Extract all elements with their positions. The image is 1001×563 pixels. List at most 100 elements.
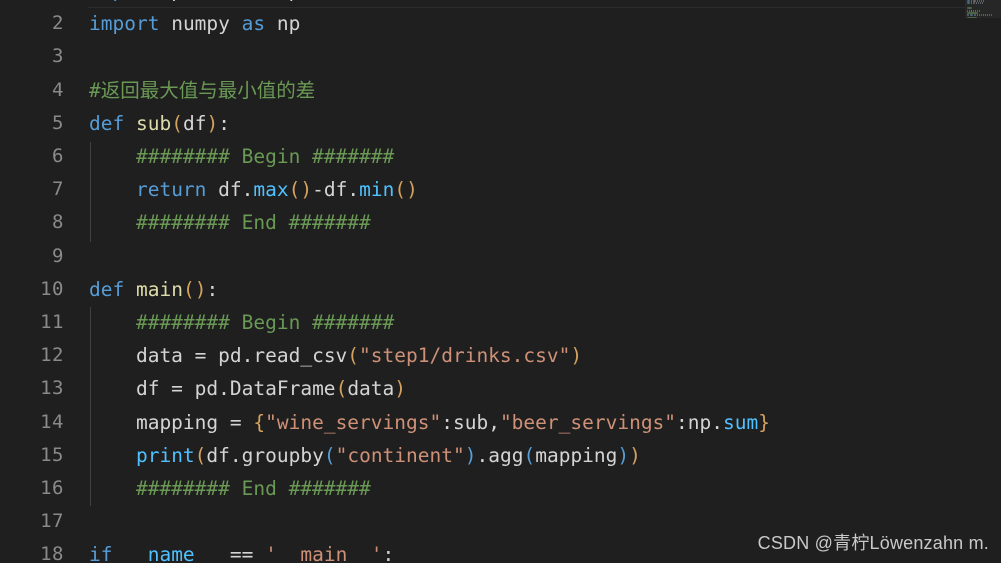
minimap-line — [967, 7, 972, 10]
code-token: min — [359, 178, 395, 202]
code-token: df. — [206, 443, 242, 467]
line-text[interactable]: if __name__ == '__main__': — [89, 538, 394, 563]
code-token: main — [135, 277, 183, 301]
code-token: "continent" — [335, 443, 465, 467]
line-text[interactable]: mapping = {"wine_servings":sub,"beer_ser… — [89, 406, 770, 439]
code-line[interactable]: 1 import pandas as pd — [0, 0, 1001, 7]
code-line[interactable]: 11 ######## Begin ####### — [0, 306, 1001, 339]
line-number: 17 — [40, 510, 64, 533]
code-token: ( — [394, 178, 407, 202]
code-line[interactable]: 13 df = pd.DataFrame(data) — [0, 372, 1001, 405]
line-text[interactable]: ######## Begin ####### — [89, 140, 394, 173]
code-line[interactable]: 12 data = pd.read_csv("step1/drinks.csv"… — [0, 339, 1001, 372]
line-text[interactable]: data = pd.read_csv("step1/drinks.csv") — [89, 339, 582, 372]
code-token: ) — [617, 443, 630, 467]
code-token: ( — [194, 443, 207, 467]
code-token: ( — [182, 277, 195, 301]
code-line[interactable]: 15 print(df.groupby("continent").agg(map… — [0, 439, 1001, 472]
code-token: ) — [629, 443, 641, 467]
code-line[interactable]: 5 def sub(df): — [0, 107, 1001, 140]
line-text[interactable]: ######## Begin ####### — [89, 306, 394, 339]
code-token: DataFrame — [229, 377, 336, 401]
code-token: ( — [288, 178, 301, 202]
code-line[interactable]: 8 ######## End ####### — [0, 206, 1001, 239]
line-text[interactable]: import numpy as np — [89, 7, 300, 40]
line-text[interactable]: print(df.groupby("continent").agg(mappin… — [89, 439, 641, 472]
watermark: CSDN @青柠Löwenzahn m. — [757, 533, 989, 553]
line-text[interactable]: import pandas as pd — [89, 0, 312, 7]
code-token: == — [218, 543, 266, 563]
code-token: pd — [289, 0, 312, 2]
code-token: :np. — [676, 410, 724, 434]
code-token: ######## Begin ####### — [89, 310, 395, 334]
code-line[interactable]: 4 #返回最大值与最小值的差 — [0, 74, 1001, 107]
code-token: :sub, — [441, 410, 500, 434]
code-token: max — [253, 178, 289, 202]
code-token: import — [89, 12, 160, 36]
line-number: 13 — [40, 377, 64, 400]
minimap-line — [967, 16, 977, 18]
line-text[interactable]: ######## End ####### — [89, 472, 371, 505]
code-line[interactable]: 10 def main(): — [0, 273, 1001, 306]
code-token: ######## End ####### — [89, 476, 371, 500]
code-token: ( — [171, 111, 183, 135]
code-token: ) — [570, 344, 583, 368]
line-text[interactable]: df = pd.DataFrame(data) — [89, 372, 406, 405]
code-token: data — [347, 377, 395, 401]
code-line[interactable]: 2 import numpy as np — [0, 7, 1001, 40]
code-token: if — [89, 543, 113, 563]
code-token: df — [182, 111, 207, 135]
code-token: ) — [194, 277, 207, 301]
code-editor[interactable]: 1 import pandas as pd 2 import numpy as … — [0, 0, 1001, 563]
line-number: 9 — [52, 244, 64, 267]
code-token: read_csv — [253, 344, 348, 368]
code-line[interactable]: 16 ######## End ####### — [0, 472, 1001, 505]
code-token: df. — [323, 178, 360, 202]
line-text[interactable]: def sub(df): — [89, 107, 230, 140]
code-token: ) — [464, 443, 477, 467]
line-text[interactable]: def main(): — [89, 273, 218, 306]
code-line[interactable]: 3 — [0, 40, 1001, 73]
line-text[interactable]: ######## End ####### — [89, 206, 371, 239]
code-token: "wine_servings" — [265, 410, 442, 434]
code-token: { — [253, 410, 266, 434]
code-token: : — [218, 111, 230, 135]
line-text[interactable]: return df.max()-df.min() — [89, 173, 418, 206]
line-text[interactable]: #返回最大值与最小值的差 — [89, 74, 315, 107]
line-number: 15 — [40, 443, 64, 466]
code-token: "beer_servings" — [499, 410, 677, 434]
code-token: data = pd. — [89, 344, 254, 368]
line-number: 16 — [40, 476, 64, 499]
line-number: 3 — [52, 45, 64, 68]
code-line[interactable]: 14 mapping = {"wine_servings":sub,"beer_… — [0, 405, 1001, 438]
code-content[interactable]: 1 import pandas as pd 2 import numpy as … — [0, 0, 1001, 563]
code-token: : — [382, 543, 395, 563]
line-number: 1 — [0, 0, 64, 7]
code-line[interactable]: 9 — [0, 240, 1001, 273]
code-token: ) — [394, 377, 407, 401]
code-token: ) — [406, 178, 418, 202]
code-token: ) — [300, 178, 313, 202]
code-token: df. — [206, 178, 254, 202]
code-token: ######## Begin ####### — [89, 145, 395, 169]
code-token: print — [135, 443, 195, 467]
line-number: 7 — [52, 178, 64, 201]
code-token: as — [241, 12, 266, 36]
code-token: - — [312, 178, 324, 202]
code-token: np — [276, 12, 301, 36]
code-line[interactable]: 7 return df.max()-df.min() — [0, 173, 1001, 206]
code-token: def — [89, 277, 125, 301]
minimap[interactable] — [965, 0, 1001, 18]
code-token: sum — [723, 410, 759, 434]
line-number: 18 — [40, 543, 64, 563]
code-line[interactable]: 6 ######## Begin ####### — [0, 140, 1001, 173]
line-number: 12 — [40, 344, 64, 367]
code-token: . — [476, 443, 489, 467]
code-token: as — [253, 0, 276, 2]
